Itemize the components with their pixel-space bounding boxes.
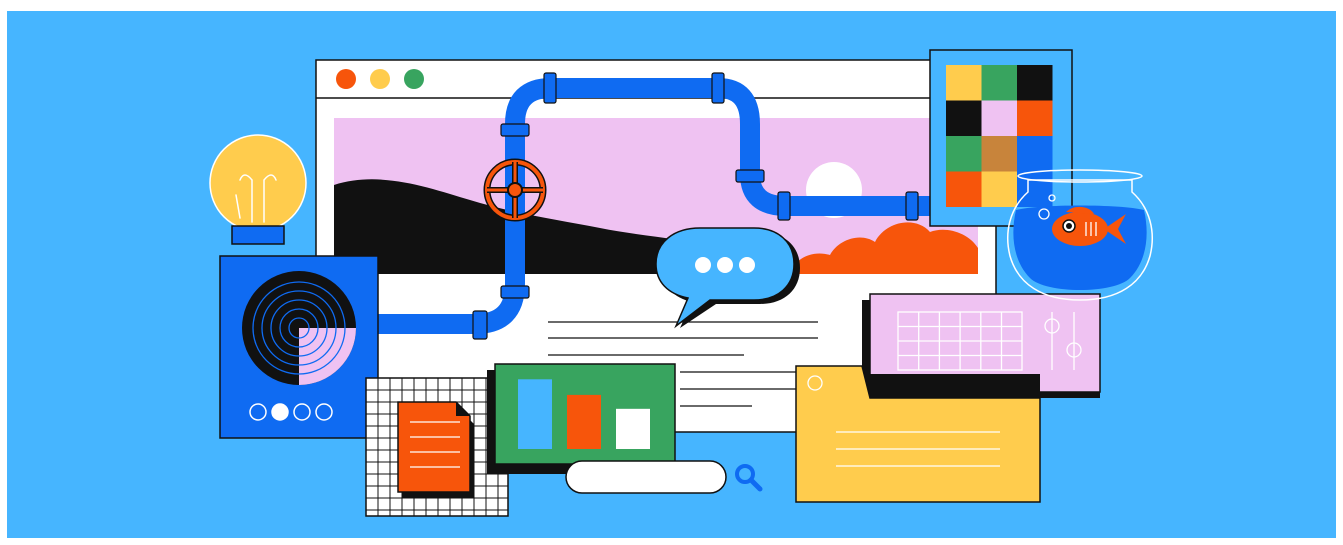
minimize-dot-icon bbox=[370, 69, 390, 89]
typing-dot bbox=[695, 257, 711, 273]
chart-bar bbox=[518, 379, 552, 449]
maximize-dot-icon bbox=[404, 69, 424, 89]
color-swatch bbox=[981, 171, 1017, 207]
color-grid-card bbox=[929, 49, 1073, 227]
folder-note bbox=[795, 365, 1041, 503]
color-swatch bbox=[946, 65, 982, 101]
chart-bar bbox=[616, 408, 650, 449]
typing-dot bbox=[717, 257, 733, 273]
illustration-canvas bbox=[0, 0, 1343, 545]
valve-wheel-icon bbox=[483, 158, 547, 222]
chart-bar bbox=[567, 394, 601, 449]
color-swatch bbox=[946, 171, 982, 207]
typing-dot bbox=[739, 257, 755, 273]
color-swatch bbox=[1017, 65, 1053, 101]
color-swatch bbox=[1017, 171, 1053, 207]
search-input[interactable] bbox=[565, 460, 727, 494]
speaker-device bbox=[219, 255, 379, 439]
color-swatch bbox=[1017, 136, 1053, 172]
color-swatch bbox=[981, 65, 1017, 101]
close-dot-icon bbox=[336, 69, 356, 89]
active-page-dot[interactable] bbox=[271, 403, 289, 421]
color-swatch bbox=[946, 136, 982, 172]
color-swatch bbox=[981, 100, 1017, 136]
color-swatch bbox=[946, 100, 982, 136]
bar-chart-card bbox=[487, 363, 676, 474]
illustration-svg bbox=[7, 11, 1336, 538]
color-swatch bbox=[981, 136, 1017, 172]
document-icon bbox=[397, 401, 474, 498]
color-swatch bbox=[1017, 100, 1053, 136]
